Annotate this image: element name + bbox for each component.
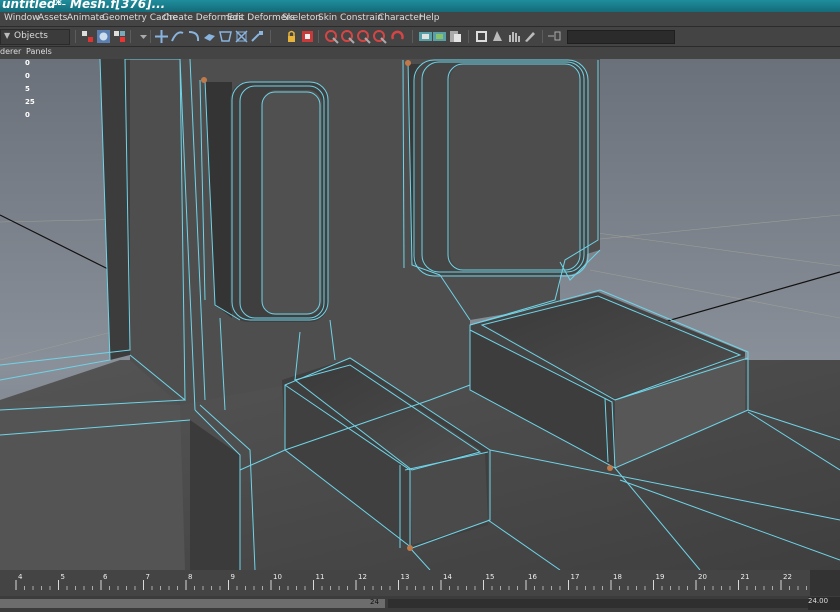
end-time-value: 24.00 (808, 597, 829, 605)
title-separator: --- (53, 0, 66, 11)
render-current-frame-icon[interactable] (324, 29, 339, 44)
magnet-render-icon[interactable] (390, 29, 405, 44)
time-tick-label: 9 (230, 573, 235, 581)
render-settings-icon[interactable] (356, 29, 371, 44)
time-tick-label: 7 (145, 573, 150, 581)
toolbar-separator (130, 30, 131, 43)
time-tick-label: 11 (315, 573, 325, 581)
paint-icon[interactable] (522, 29, 537, 44)
menu-character[interactable]: Character (378, 13, 422, 23)
hud-value: 0 (25, 72, 30, 80)
modeling-toolkit-icon[interactable] (474, 29, 489, 44)
current-frame-field[interactable] (810, 570, 840, 596)
time-tick-label: 18 (613, 573, 622, 581)
select-by-component-type-icon[interactable] (112, 29, 127, 44)
quick-selection-field[interactable] (567, 30, 675, 44)
ipr-render-icon[interactable] (340, 29, 355, 44)
hud-value: 0 (25, 59, 30, 67)
end-time-field[interactable]: 24.00 (808, 597, 840, 610)
selection-mode-dropdown[interactable]: ▼ Objects (0, 29, 70, 45)
toolbar-separator (412, 30, 413, 43)
time-tick-label: 16 (528, 573, 537, 581)
status-line: ▼ Objects (0, 27, 840, 47)
menu-assets[interactable]: Assets (38, 13, 67, 23)
viewport-scene[interactable] (0, 59, 840, 570)
toolbar-separator (468, 30, 469, 43)
toolbar-separator (150, 30, 151, 43)
sculpt-icon[interactable] (490, 29, 505, 44)
hand-icon[interactable] (506, 29, 521, 44)
input-line-icon[interactable] (300, 29, 315, 44)
range-end-frame: 24 (370, 598, 379, 606)
time-tick-label: 4 (18, 573, 23, 581)
hypershade-icon[interactable] (372, 29, 387, 44)
history-icon[interactable] (234, 29, 249, 44)
upper-left-box (205, 82, 328, 322)
time-tick-label: 17 (570, 573, 580, 581)
panel-menu-panels[interactable]: Panels (26, 47, 52, 56)
snap-to-view-plane-icon[interactable] (202, 29, 217, 44)
time-tick-label: 6 (103, 573, 108, 581)
menu-bar: Window Assets Animate Geometry Cache Cre… (0, 12, 840, 27)
toolbar-separator (318, 30, 319, 43)
time-tick-label: 13 (400, 573, 410, 581)
title-bar: untitled* --- Mesh.f[376]... (0, 0, 840, 12)
lock-icon[interactable] (284, 29, 299, 44)
menu-constrain[interactable]: Constrain (340, 13, 383, 23)
range-slider[interactable]: 24 24.00 (0, 596, 840, 612)
range-slider-empty (388, 599, 808, 608)
hud-value: 5 (25, 85, 30, 93)
time-tick-label: 12 (358, 573, 367, 581)
input-mode-dropdown-icon[interactable] (546, 29, 561, 44)
show-tool-settings-icon[interactable] (448, 29, 463, 44)
time-tick-label: 15 (485, 573, 495, 581)
select-by-hierarchy-icon[interactable] (80, 29, 95, 44)
toolbar-separator (542, 30, 543, 43)
snap-to-curve-icon[interactable] (170, 29, 185, 44)
panel-menu-bar: derer Panels (0, 47, 840, 59)
panel-menu-renderer[interactable]: derer (0, 47, 21, 56)
snap-to-grid-icon[interactable] (154, 29, 169, 44)
menu-skeleton[interactable]: Skeleton (282, 13, 321, 23)
selection-mode-label: Objects (14, 31, 49, 41)
time-tick-label: 14 (443, 573, 452, 581)
hud-value: 25 (25, 98, 35, 106)
show-channel-box-icon[interactable] (432, 29, 447, 44)
floor-left (0, 400, 185, 570)
select-by-object-type-icon[interactable] (96, 29, 111, 44)
time-tick-label: 22 (783, 573, 792, 581)
menu-animate[interactable]: Animate (67, 13, 105, 23)
magnet-icon[interactable] (250, 29, 265, 44)
time-tick-label: 10 (273, 573, 282, 581)
snap-to-point-icon[interactable] (186, 29, 201, 44)
perspective-viewport[interactable]: 0 0 5 25 0 (0, 59, 840, 570)
range-slider-track[interactable] (0, 599, 385, 608)
time-tick-label: 20 (698, 573, 707, 581)
time-slider[interactable]: 4567891011121314151617181920212223 (0, 570, 840, 596)
hud-value: 0 (25, 111, 30, 119)
time-tick-label: 19 (655, 573, 665, 581)
menu-skin[interactable]: Skin (318, 13, 337, 23)
time-tick-label: 8 (188, 573, 193, 581)
selected-object-title: Mesh.f[376]... (70, 0, 166, 11)
toolbar-separator (75, 30, 76, 43)
make-live-icon[interactable] (218, 29, 233, 44)
menu-help[interactable]: Help (419, 13, 440, 23)
dropdown-arrow-icon[interactable] (136, 29, 151, 44)
toolbar-separator (270, 30, 271, 43)
menu-window[interactable]: Window (4, 13, 40, 23)
time-tick-label: 21 (740, 573, 750, 581)
dropdown-arrow-icon: ▼ (4, 31, 11, 40)
time-slider-ticks (15, 580, 824, 590)
upper-right-box (408, 60, 587, 275)
time-tick-label: 5 (60, 573, 65, 581)
show-attribute-editor-icon[interactable] (418, 29, 433, 44)
